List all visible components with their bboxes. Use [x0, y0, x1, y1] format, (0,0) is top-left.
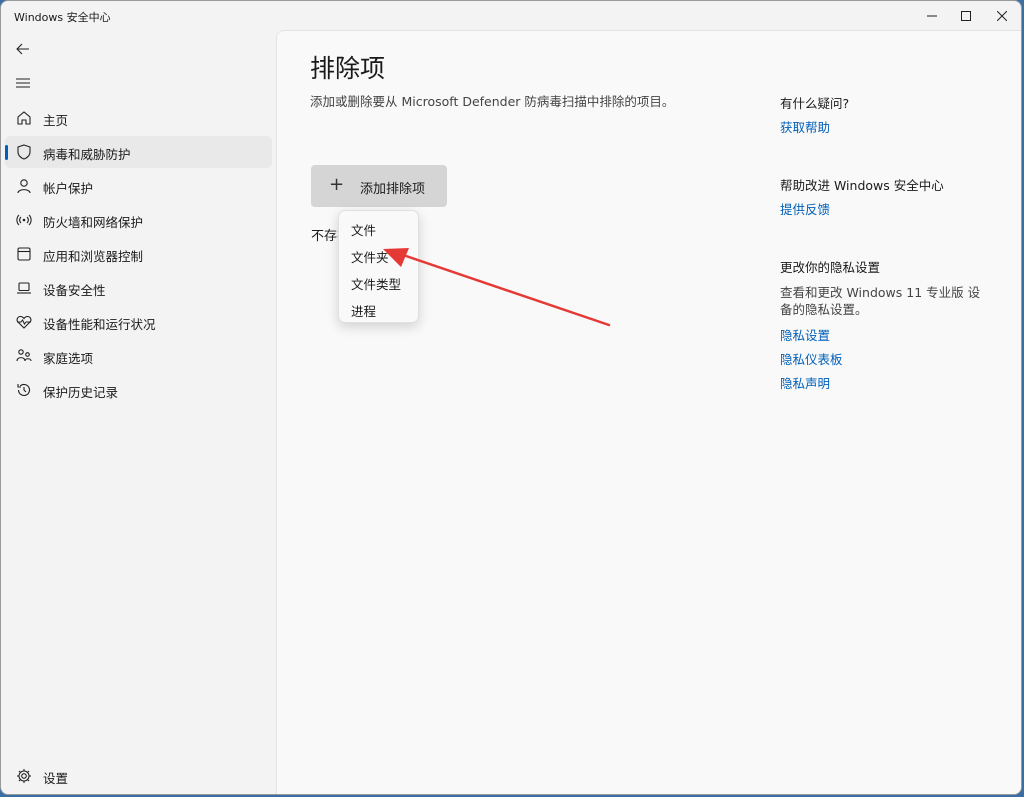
- home-icon: [17, 111, 31, 125]
- sidebar-item-home[interactable]: 主页: [5, 102, 272, 134]
- privacy-text: 查看和更改 Windows 11 专业版 设备的隐私设置。: [780, 285, 981, 317]
- empty-state-text: 不存在排除项。: [311, 229, 341, 244]
- title-bar: Windows 安全中心: [1, 1, 1021, 31]
- sidebar-item-label: 病毒和威胁防护: [43, 147, 131, 162]
- sidebar-item-app-browser-control[interactable]: 应用和浏览器控制: [5, 238, 272, 270]
- history-icon: [17, 383, 31, 396]
- person-icon: [17, 179, 31, 194]
- sidebar-item-label: 帐户保护: [43, 181, 94, 196]
- wifi-antenna-icon: [16, 214, 32, 226]
- main-content: 排除项 添加或删除要从 Microsoft Defender 防病毒扫描中排除的…: [276, 30, 1021, 794]
- sidebar-item-settings[interactable]: 设置: [5, 760, 272, 792]
- window-title: Windows 安全中心: [14, 11, 111, 24]
- sidebar: 主页 病毒和威胁防护 帐户保护 防火墙和网络保护 应用和浏览器控制 设备安全性 …: [1, 31, 276, 794]
- add-exclusion-button[interactable]: + 添加排除项: [311, 165, 447, 207]
- gear-icon: [17, 769, 31, 783]
- sidebar-item-firewall[interactable]: 防火墙和网络保护: [5, 204, 272, 236]
- hamburger-menu-button[interactable]: [9, 71, 37, 95]
- hamburger-icon: [16, 78, 30, 88]
- sidebar-item-label: 家庭选项: [43, 351, 94, 366]
- sidebar-item-label: 设置: [43, 771, 69, 786]
- sidebar-item-label: 主页: [43, 113, 69, 128]
- annotation-arrow: [383, 248, 611, 327]
- sidebar-item-label: 设备性能和运行状况: [43, 317, 156, 332]
- active-indicator: [5, 145, 8, 160]
- family-icon: [16, 349, 32, 362]
- sidebar-item-virus-protection[interactable]: 病毒和威胁防护: [5, 136, 272, 168]
- shield-icon: [17, 144, 31, 160]
- page-title: 排除项: [310, 54, 386, 83]
- sidebar-item-account-protection[interactable]: 帐户保护: [5, 170, 272, 202]
- sidebar-item-device-security[interactable]: 设备安全性: [5, 272, 272, 304]
- menu-item-file[interactable]: 文件: [343, 215, 414, 241]
- laptop-icon: [17, 282, 31, 294]
- sidebar-item-label: 设备安全性: [43, 283, 106, 298]
- back-button[interactable]: [9, 37, 37, 61]
- privacy-dashboard-link[interactable]: 隐私仪表板: [780, 349, 843, 368]
- sidebar-item-label: 保护历史记录: [43, 385, 119, 400]
- improve-heading: 帮助改进 Windows 安全中心: [780, 178, 944, 193]
- app-window: Windows 安全中心 主页 病毒和威胁防护 帐户保护 防火墙和网络保护 应用…: [0, 0, 1022, 795]
- close-button[interactable]: [979, 1, 1021, 31]
- minimize-icon: [927, 15, 937, 17]
- privacy-settings-link[interactable]: 隐私设置: [780, 325, 830, 344]
- sidebar-item-label: 防火墙和网络保护: [43, 215, 144, 230]
- help-heading: 有什么疑问?: [780, 96, 850, 111]
- app-window-icon: [17, 247, 31, 261]
- page-description: 添加或删除要从 Microsoft Defender 防病毒扫描中排除的项目。: [310, 94, 675, 109]
- add-exclusion-label: 添加排除项: [360, 182, 426, 197]
- feedback-link[interactable]: 提供反馈: [780, 199, 830, 218]
- arrow-left-icon: [16, 43, 29, 55]
- get-help-link[interactable]: 获取帮助: [780, 117, 830, 136]
- close-icon: [997, 11, 1007, 21]
- sidebar-item-family-options[interactable]: 家庭选项: [5, 340, 272, 372]
- privacy-heading: 更改你的隐私设置: [780, 260, 881, 275]
- sidebar-item-label: 应用和浏览器控制: [43, 249, 144, 264]
- sidebar-item-device-performance[interactable]: 设备性能和运行状况: [5, 306, 272, 338]
- maximize-icon: [961, 11, 971, 21]
- privacy-statement-link[interactable]: 隐私声明: [780, 373, 830, 392]
- plus-icon: +: [329, 174, 345, 195]
- heart-pulse-icon: [16, 315, 32, 329]
- sidebar-item-protection-history[interactable]: 保护历史记录: [5, 374, 272, 406]
